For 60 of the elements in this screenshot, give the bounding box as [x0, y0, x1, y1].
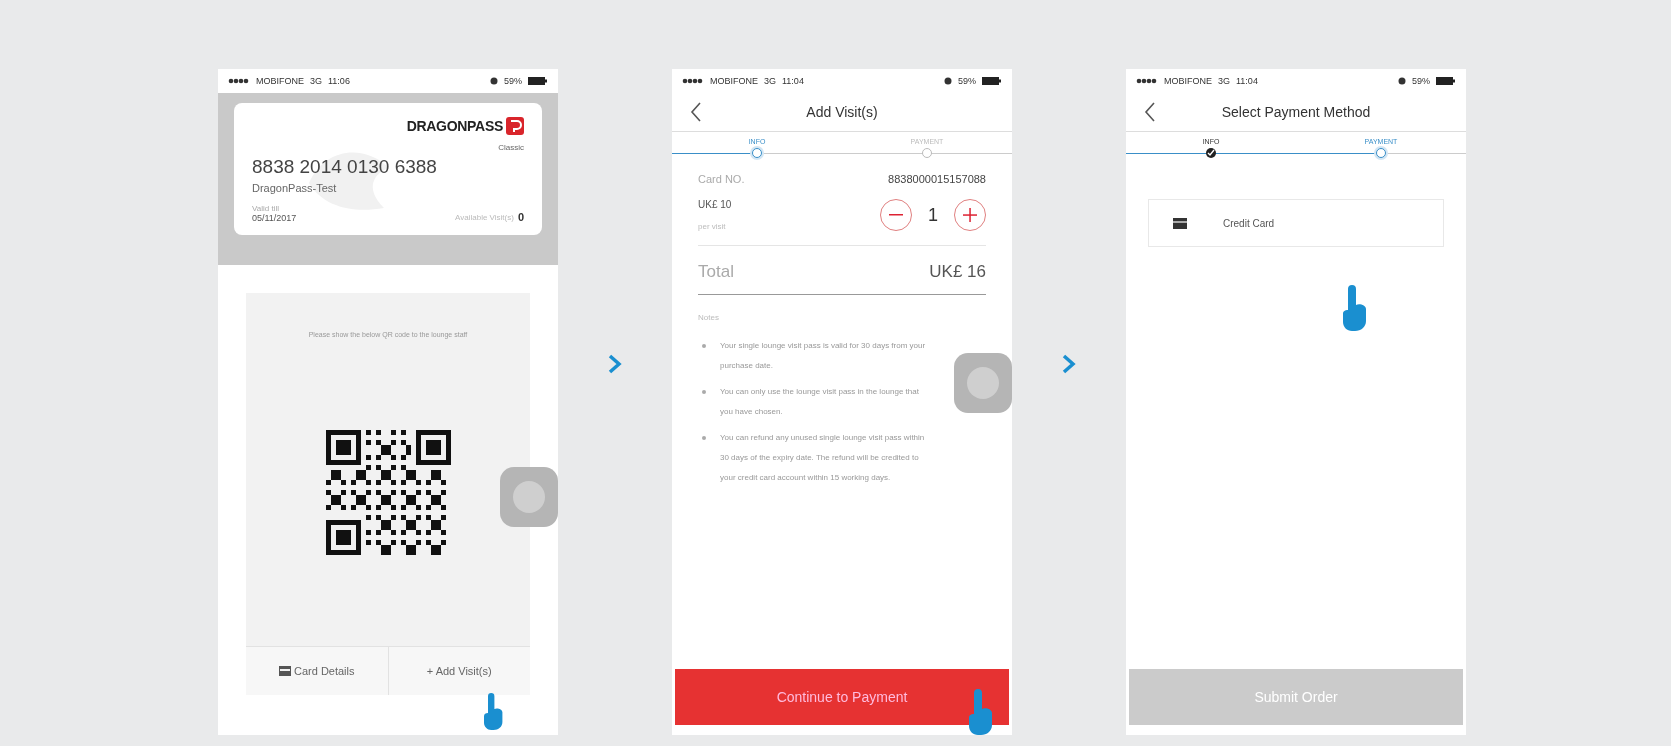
- card-action-button[interactable]: Card Details: [246, 647, 388, 695]
- assistive-touch-icon[interactable]: [500, 467, 558, 527]
- card-holder: DragonPass-Test: [252, 182, 338, 194]
- battery-percent: 59%: [504, 76, 522, 86]
- field-label: Card NO.: [698, 173, 745, 185]
- increase-button[interactable]: [954, 199, 986, 231]
- plus-icon: [963, 208, 977, 222]
- chevron-right-icon: [1062, 354, 1076, 374]
- screen-title: Add Visit(s): [805, 104, 879, 120]
- visits-count: 0: [517, 211, 524, 223]
- signal-dots-icon: [1136, 78, 1158, 84]
- signal-dots-icon: [228, 78, 250, 84]
- decrease-button[interactable]: [880, 199, 912, 231]
- battery-icon: [528, 77, 548, 85]
- notes-title: Notes: [698, 313, 720, 322]
- lock-rotation-icon: [1398, 77, 1406, 85]
- card-number: 8838 2014 0130 6388: [252, 156, 438, 178]
- battery-percent: 59%: [1412, 76, 1430, 86]
- screen-title: Select Payment Method: [1220, 104, 1372, 120]
- assistive-touch-icon[interactable]: [954, 353, 1012, 413]
- minus-icon: [889, 214, 903, 216]
- price-unit: per visit: [698, 222, 727, 231]
- bullet-dot-icon: [702, 344, 706, 348]
- carrier-name: MOBIFONE: [256, 76, 304, 86]
- note-text: You can only use the lounge visit pass in the lounge that you have chosen.: [720, 386, 920, 418]
- brand-logo-text: DRAGONPASS: [406, 118, 503, 134]
- unit-price: UK£ 10: [698, 199, 732, 210]
- total-amount: UK£ 16: [929, 262, 986, 282]
- carrier-name: MOBIFONE: [710, 76, 758, 86]
- clock-time: 11:06: [328, 76, 350, 86]
- card-number: 8838000015157088: [888, 173, 986, 185]
- chevron-right-icon: [608, 354, 622, 374]
- card-action-button[interactable]: + Add Visit(s): [387, 647, 530, 695]
- carrier-name: MOBIFONE: [1164, 76, 1212, 86]
- signal-dots-icon: [682, 78, 704, 84]
- battery-percent: 59%: [958, 76, 976, 86]
- battery-icon: [1436, 77, 1456, 85]
- clock-time: 11:04: [782, 76, 804, 86]
- valid-label: Valid till: [252, 204, 280, 213]
- card-tier-label: Classic: [498, 143, 524, 152]
- battery-icon: [982, 77, 1002, 85]
- network-type: 3G: [1218, 76, 1231, 86]
- total-label: Total: [698, 262, 734, 282]
- lock-rotation-icon: [944, 77, 952, 85]
- network-type: 3G: [310, 76, 323, 86]
- brand-logo-icon: [506, 117, 524, 135]
- lock-rotation-icon: [490, 77, 498, 85]
- bullet-dot-icon: [702, 390, 706, 394]
- card-icon: [279, 666, 291, 676]
- clock-time: 11:04: [1236, 76, 1258, 86]
- bullet-dot-icon: [702, 436, 706, 440]
- payment-method-option[interactable]: Credit Card: [1148, 199, 1444, 247]
- back-chevron-icon: [1144, 102, 1156, 122]
- quantity-value: 1: [928, 204, 938, 226]
- back-chevron-icon: [690, 102, 702, 122]
- valid-date: 05/11/2017: [252, 213, 297, 223]
- note-text: Your single lounge visit pass is valid for 30 days from your purchase date.: [720, 340, 927, 372]
- card-icon: [1173, 217, 1187, 229]
- note-text: You can refund any unused single lounge visit pass within 30 days of the expiry date. The refund will be credited to your credit card account within 15 working days.: [720, 432, 926, 484]
- network-type: 3G: [764, 76, 777, 86]
